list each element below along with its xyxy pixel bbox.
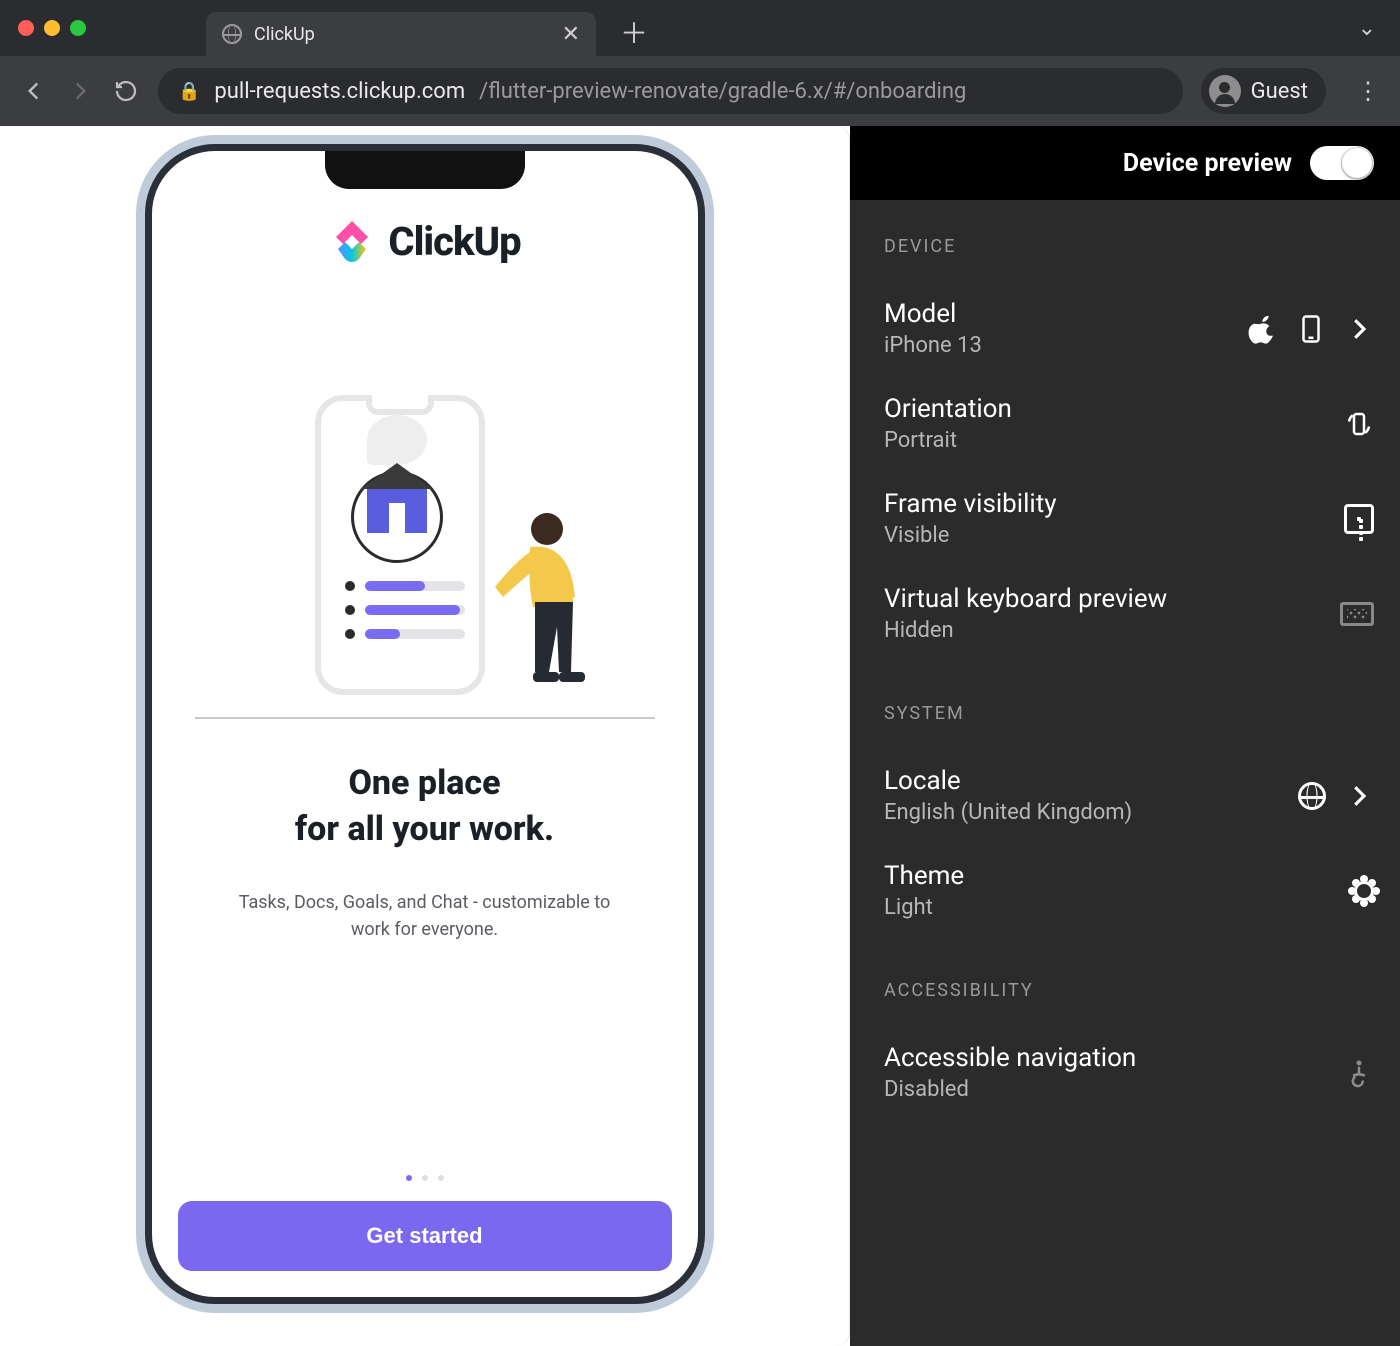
back-button[interactable] (20, 77, 48, 105)
profile-label: Guest (1251, 79, 1308, 104)
row-value: Visible (884, 523, 1057, 548)
section-label-device: DEVICE (884, 236, 1374, 257)
row-title: Accessible navigation (884, 1043, 1136, 1073)
profile-button[interactable]: Guest (1201, 68, 1326, 114)
row-title: Orientation (884, 394, 1012, 424)
row-value: Portrait (884, 428, 1012, 453)
section-label-accessibility: ACCESSIBILITY (884, 980, 1374, 1001)
page-indicator (152, 1175, 698, 1181)
keyboard-icon (1340, 602, 1374, 626)
tab-title: ClickUp (254, 24, 550, 45)
globe-icon (1298, 782, 1326, 810)
page-dot[interactable] (438, 1175, 444, 1181)
sun-icon (1354, 881, 1374, 901)
headline-line1: One place (295, 761, 554, 807)
section-label-system: SYSTEM (884, 703, 1374, 724)
browser-chrome: ClickUp ✕ ＋ ⌄ 🔒 pull-requests.clickup.co… (0, 0, 1400, 126)
tab-bar: ClickUp ✕ ＋ ⌄ (0, 0, 1400, 56)
headline: One place for all your work. (295, 761, 554, 853)
row-title: Model (884, 299, 982, 329)
url-path: /flutter-preview-renovate/gradle-6.x/#/o… (479, 79, 966, 104)
brand-text: ClickUp (388, 218, 520, 265)
window-traffic-lights (18, 20, 86, 36)
device-frame: ClickUp (145, 144, 705, 1304)
row-frame-visibility[interactable]: Frame visibility Visible (884, 471, 1374, 566)
panel-header: Device preview (850, 126, 1400, 200)
row-value: iPhone 13 (884, 333, 982, 358)
row-theme[interactable]: Theme Light (884, 843, 1374, 938)
lock-icon: 🔒 (178, 81, 200, 102)
address-bar: 🔒 pull-requests.clickup.com/flutter-prev… (0, 56, 1400, 126)
onboarding-illustration (235, 395, 615, 725)
url-field[interactable]: 🔒 pull-requests.clickup.com/flutter-prev… (158, 68, 1183, 114)
panel-title: Device preview (1123, 149, 1292, 178)
window-close-button[interactable] (18, 20, 34, 36)
row-virtual-keyboard[interactable]: Virtual keyboard preview Hidden (884, 566, 1374, 661)
forward-button (66, 77, 94, 105)
row-locale[interactable]: Locale English (United Kingdom) (884, 748, 1374, 843)
person-illustration (475, 507, 595, 717)
row-value: Light (884, 895, 964, 920)
row-model[interactable]: Model iPhone 13 (884, 281, 1374, 376)
row-accessible-navigation[interactable]: Accessible navigation Disabled (884, 1025, 1374, 1120)
page-dot[interactable] (406, 1175, 412, 1181)
row-title: Locale (884, 766, 1132, 796)
phone-preview-panel: ClickUp (0, 126, 850, 1346)
get-started-button[interactable]: Get started (178, 1201, 672, 1271)
avatar-icon (1209, 75, 1241, 107)
device-preview-panel: Device preview DEVICE Model iPhone 13 Or… (850, 126, 1400, 1346)
row-value: Hidden (884, 618, 1167, 643)
row-value: English (United Kingdom) (884, 800, 1132, 825)
phone-screen: ClickUp (152, 151, 698, 1297)
phone-notch (325, 149, 525, 189)
rotate-icon (1344, 409, 1374, 439)
tab-favicon-globe-icon (222, 24, 242, 44)
content-area: ClickUp (0, 126, 1400, 1346)
apple-icon (1248, 314, 1278, 344)
brand: ClickUp (328, 217, 520, 265)
row-value: Disabled (884, 1077, 1136, 1102)
reload-button[interactable] (112, 77, 140, 105)
frame-icon (1344, 504, 1374, 534)
subtext: Tasks, Docs, Goals, and Chat - customiza… (235, 889, 615, 943)
device-preview-toggle[interactable] (1310, 146, 1374, 180)
row-title: Virtual keyboard preview (884, 584, 1167, 614)
window-minimize-button[interactable] (44, 20, 60, 36)
page-dot[interactable] (422, 1175, 428, 1181)
browser-menu-button[interactable]: ⋮ (1356, 77, 1380, 105)
chevron-right-icon (1344, 314, 1374, 344)
new-tab-button[interactable]: ＋ (620, 12, 648, 52)
clickup-logo-icon (328, 217, 376, 265)
accessibility-icon (1344, 1058, 1374, 1088)
tab-close-button[interactable]: ✕ (562, 22, 580, 47)
row-title: Theme (884, 861, 964, 891)
headline-line2: for all your work. (295, 807, 554, 853)
window-zoom-button[interactable] (70, 20, 86, 36)
tabs-overflow-button[interactable]: ⌄ (1358, 16, 1376, 41)
row-title: Frame visibility (884, 489, 1057, 519)
url-host: pull-requests.clickup.com (214, 79, 465, 104)
browser-tab[interactable]: ClickUp ✕ (206, 12, 596, 56)
chevron-right-icon (1344, 781, 1374, 811)
smartphone-icon (1296, 314, 1326, 344)
row-orientation[interactable]: Orientation Portrait (884, 376, 1374, 471)
